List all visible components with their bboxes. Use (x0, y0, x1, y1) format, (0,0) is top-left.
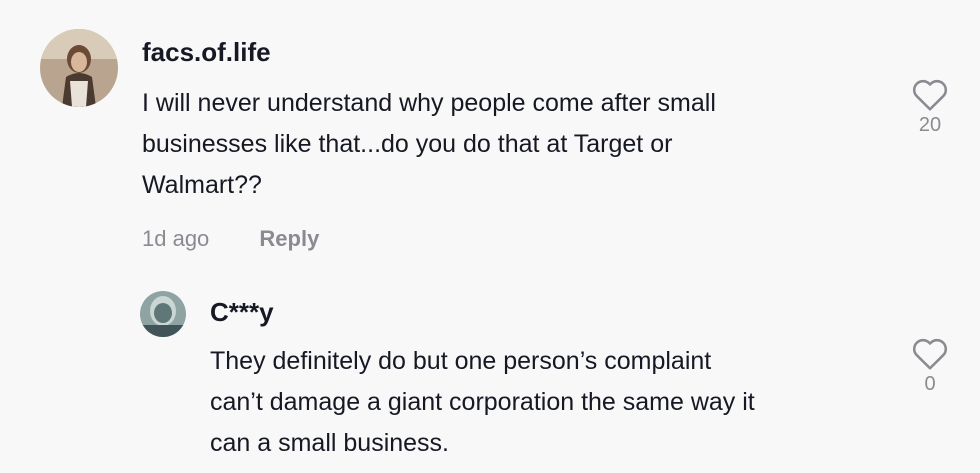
avatar-c-y[interactable] (140, 291, 186, 337)
reply-text-line: can’t damage a giant corporation the sam… (210, 388, 755, 416)
reply-text-line: They definitely do but one person’s comp… (210, 347, 712, 375)
like-count: 20 (918, 114, 942, 136)
like-count: 0 (924, 373, 936, 395)
like-button[interactable]: 20 (900, 78, 960, 137)
reply-text: They definitely do but one person’s comp… (210, 341, 890, 464)
comment-text-line: Walmart?? (142, 171, 262, 199)
comment-text-line: I will never understand why people come … (142, 89, 716, 117)
avatar-facs-of-life[interactable] (40, 29, 118, 107)
reply-text-line: can a small business. (210, 429, 450, 457)
comment-username[interactable]: facs.of.life (142, 37, 271, 68)
heart-outline-icon[interactable] (900, 78, 960, 112)
comment-text-line: businesses like that...do you do that at… (142, 130, 673, 158)
comment-timestamp: 1d ago (142, 226, 210, 251)
reply-like-button[interactable]: 0 (900, 337, 960, 396)
comment-text: I will never understand why people come … (142, 83, 882, 206)
reply-button[interactable]: Reply (259, 226, 319, 251)
heart-outline-icon[interactable] (900, 337, 960, 371)
reply-username[interactable]: C***y (210, 297, 274, 328)
comment-meta: 1d ago Reply (142, 226, 319, 252)
